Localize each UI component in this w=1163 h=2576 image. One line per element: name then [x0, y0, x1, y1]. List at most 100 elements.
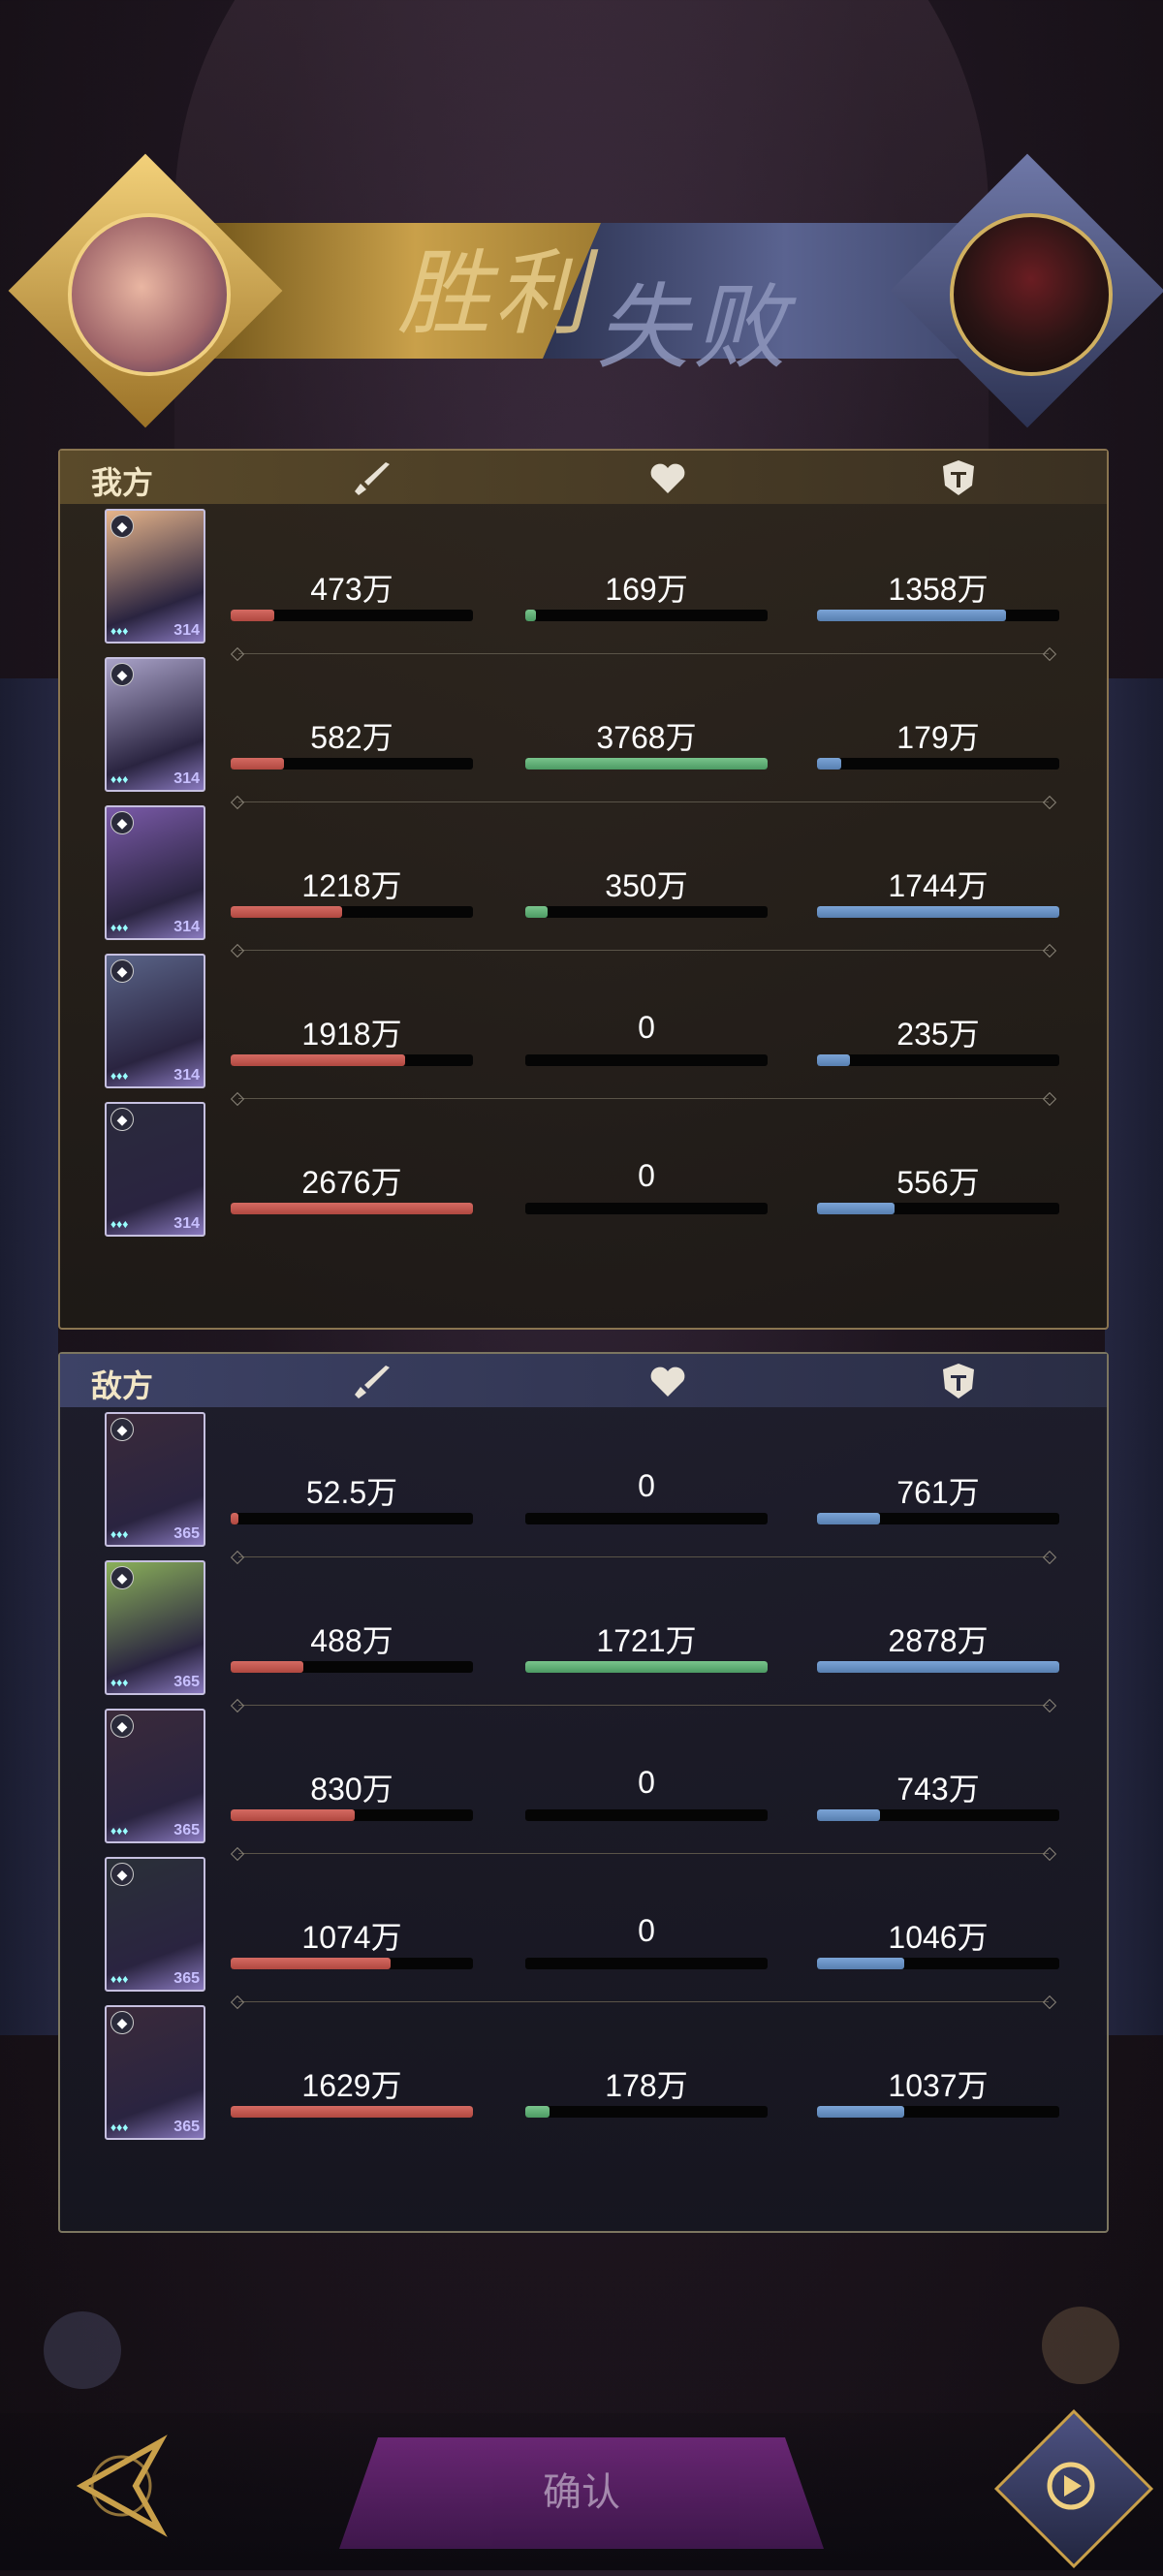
victory-text: 胜利	[397, 239, 591, 348]
heal-value: 0	[638, 1010, 655, 1045]
ally-panel-header: 我方	[60, 451, 1107, 504]
ally-hero-row: ◆ ♦♦♦ 314 1918万 0 235万	[60, 954, 1107, 1102]
defense-value: 1037万	[888, 2068, 989, 2103]
confirm-button[interactable]: 确认	[339, 2437, 824, 2549]
attack-bar-track	[231, 1958, 473, 1969]
star-gems-icon: ♦♦♦	[110, 1824, 129, 1838]
heal-value: 0	[638, 1913, 655, 1948]
attack-bar-track	[231, 906, 473, 918]
defense-bar-fill	[817, 758, 841, 770]
hero-level: 314	[173, 622, 200, 639]
attack-bar-track	[231, 2106, 473, 2118]
hero-card[interactable]: ◆ ♦♦♦ 314	[105, 954, 205, 1088]
row-divider	[238, 950, 1049, 951]
star-gems-icon: ♦♦♦	[110, 2120, 129, 2134]
attack-value: 1218万	[301, 868, 402, 903]
heal-bar-track	[525, 1513, 768, 1524]
faction-badge-icon: ◆	[110, 1566, 134, 1589]
row-divider	[238, 1098, 1049, 1099]
enemy-panel-header: 敌方	[60, 1354, 1107, 1407]
attack-value: 1629万	[301, 2068, 402, 2103]
row-divider	[238, 1556, 1049, 1557]
defense-value: 235万	[896, 1017, 980, 1052]
enemy-hero-row: ◆ ♦♦♦ 365 488万 1721万 2878万	[60, 1560, 1107, 1709]
heart-icon	[646, 1360, 689, 1402]
hero-card[interactable]: ◆ ♦♦♦ 365	[105, 1857, 205, 1992]
star-gems-icon: ♦♦♦	[110, 921, 129, 934]
defense-bar-track	[817, 2106, 1059, 2118]
attack-bar-fill	[231, 2106, 473, 2118]
hero-level: 365	[173, 1674, 200, 1690]
star-gems-icon: ♦♦♦	[110, 1972, 129, 1986]
defense-value: 556万	[896, 1165, 980, 1200]
hero-card[interactable]: ◆ ♦♦♦ 314	[105, 657, 205, 792]
attack-value: 582万	[310, 720, 393, 755]
attack-bar-track	[231, 758, 473, 770]
background-pillar-left	[0, 678, 58, 2035]
heal-value: 169万	[605, 572, 688, 607]
defense-bar-track	[817, 1054, 1059, 1066]
faction-badge-icon: ◆	[110, 515, 134, 538]
faction-badge-icon: ◆	[110, 1863, 134, 1886]
defeat-text: 失败	[596, 273, 790, 382]
sword-icon	[351, 1360, 393, 1402]
defense-value: 761万	[896, 1475, 980, 1510]
ally-panel-title: 我方	[91, 464, 154, 501]
hero-card[interactable]: ◆ ♦♦♦ 365	[105, 2005, 205, 2140]
hero-level: 314	[173, 919, 200, 935]
attack-bar-track	[231, 1661, 473, 1673]
sword-icon	[351, 456, 393, 499]
background-pillar-right	[1105, 678, 1163, 2035]
heal-value: 178万	[605, 2068, 688, 2103]
defense-value: 1046万	[888, 1920, 989, 1955]
replay-icon[interactable]	[1018, 2433, 1124, 2539]
side-decor-right-icon	[1042, 2307, 1119, 2384]
hero-level: 365	[173, 1822, 200, 1838]
heal-bar-track	[525, 1958, 768, 1969]
back-arrow-icon[interactable]	[39, 2433, 174, 2539]
hero-card[interactable]: ◆ ♦♦♦ 314	[105, 805, 205, 940]
hero-level: 314	[173, 1067, 200, 1084]
faction-badge-icon: ◆	[110, 1108, 134, 1131]
attack-bar-fill	[231, 1958, 391, 1969]
attack-bar-fill	[231, 1054, 405, 1066]
attack-bar-track	[231, 1513, 473, 1524]
hero-card[interactable]: ◆ ♦♦♦ 365	[105, 1709, 205, 1843]
hero-card[interactable]: ◆ ♦♦♦ 365	[105, 1412, 205, 1547]
hero-level: 365	[173, 2119, 200, 2135]
hero-card[interactable]: ◆ ♦♦♦ 365	[105, 1560, 205, 1695]
hero-card[interactable]: ◆ ♦♦♦ 314	[105, 509, 205, 644]
defense-bar-fill	[817, 2106, 904, 2118]
ally-hero-row: ◆ ♦♦♦ 314 1218万 350万 1744万	[60, 805, 1107, 954]
attack-value: 1918万	[301, 1017, 402, 1052]
enemy-panel-title: 敌方	[91, 1367, 154, 1404]
attack-bar-fill	[231, 1661, 303, 1673]
heal-bar-track	[525, 1661, 768, 1673]
heal-value: 350万	[605, 868, 688, 903]
attack-value: 52.5万	[305, 1475, 398, 1510]
defense-bar-track	[817, 1809, 1059, 1821]
row-divider	[238, 801, 1049, 802]
defense-bar-fill	[817, 1809, 880, 1821]
enemy-hero-row: ◆ ♦♦♦ 365 830万 0 743万	[60, 1709, 1107, 1857]
shield-icon	[937, 1360, 980, 1402]
row-divider	[238, 653, 1049, 654]
heal-bar-fill	[525, 758, 768, 770]
ally-hero-row: ◆ ♦♦♦ 314 2676万 0 556万	[60, 1102, 1107, 1250]
row-divider	[238, 2001, 1049, 2002]
defense-bar-track	[817, 758, 1059, 770]
heal-bar-fill	[525, 1661, 768, 1673]
boar-portrait-icon	[68, 213, 231, 376]
defense-value: 2878万	[888, 1623, 989, 1658]
hero-card[interactable]: ◆ ♦♦♦ 314	[105, 1102, 205, 1237]
defense-bar-fill	[817, 610, 1006, 621]
star-gems-icon: ♦♦♦	[110, 624, 129, 638]
defense-bar-fill	[817, 1661, 1059, 1673]
star-gems-icon: ♦♦♦	[110, 1527, 129, 1541]
side-decor-left-icon	[44, 2311, 121, 2389]
attack-value: 473万	[310, 572, 393, 607]
heal-bar-track	[525, 1809, 768, 1821]
attack-bar-track	[231, 1203, 473, 1214]
hero-level: 365	[173, 1970, 200, 1987]
attack-bar-fill	[231, 1203, 473, 1214]
